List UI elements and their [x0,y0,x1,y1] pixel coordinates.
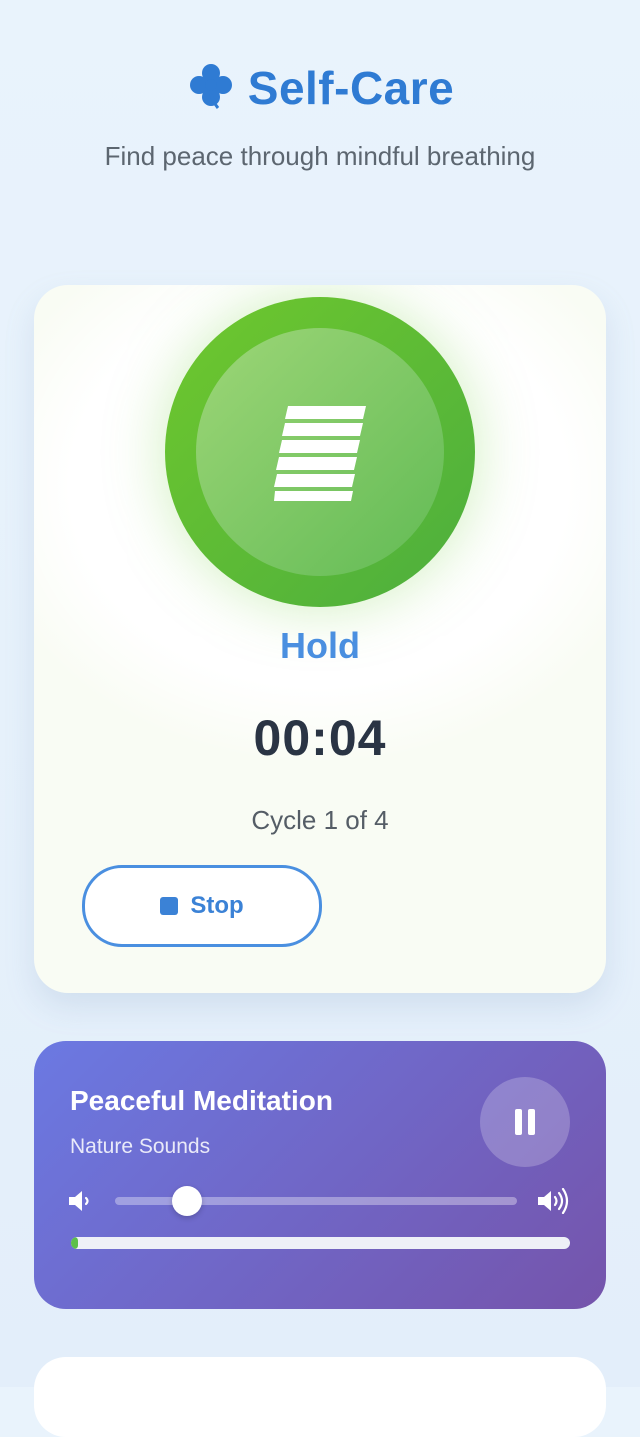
next-card [34,1357,606,1437]
breathing-circle [165,297,475,607]
breathing-circle-inner [196,328,444,576]
timer: 00:04 [253,710,387,766]
track-subtitle: Nature Sounds [70,1135,211,1158]
track-title: Peaceful Meditation [70,1085,333,1116]
lungs-icon [274,406,366,501]
cycle-counter: Cycle 1 of 4 [251,805,389,835]
volume-slider[interactable] [115,1186,517,1216]
volume-slider-thumb[interactable] [172,1186,203,1216]
app-title: Self-Care [247,61,455,114]
pause-icon [512,1109,538,1135]
app-subtitle: Find peace through mindful breathing [104,141,536,171]
playback-progress-fill [71,1237,79,1249]
audio-player: Peaceful Meditation Nature Sounds [34,1041,606,1309]
pause-button[interactable] [480,1077,570,1167]
title-row: Self-Care [0,60,640,115]
playback-progress[interactable] [71,1237,570,1249]
stop-icon [160,897,179,915]
volume-high-icon[interactable] [538,1187,572,1215]
stop-button-label: Stop [190,892,244,919]
breathing-card: Hold 00:04 Cycle 1 of 4 Stop [34,285,606,993]
phase-label: Hold [280,625,360,666]
header: Self-Care Find peace through mindful bre… [0,60,640,172]
stop-button[interactable]: Stop [82,865,322,947]
volume-low-icon[interactable] [69,1189,93,1213]
four-leaf-clover-icon [186,60,236,115]
